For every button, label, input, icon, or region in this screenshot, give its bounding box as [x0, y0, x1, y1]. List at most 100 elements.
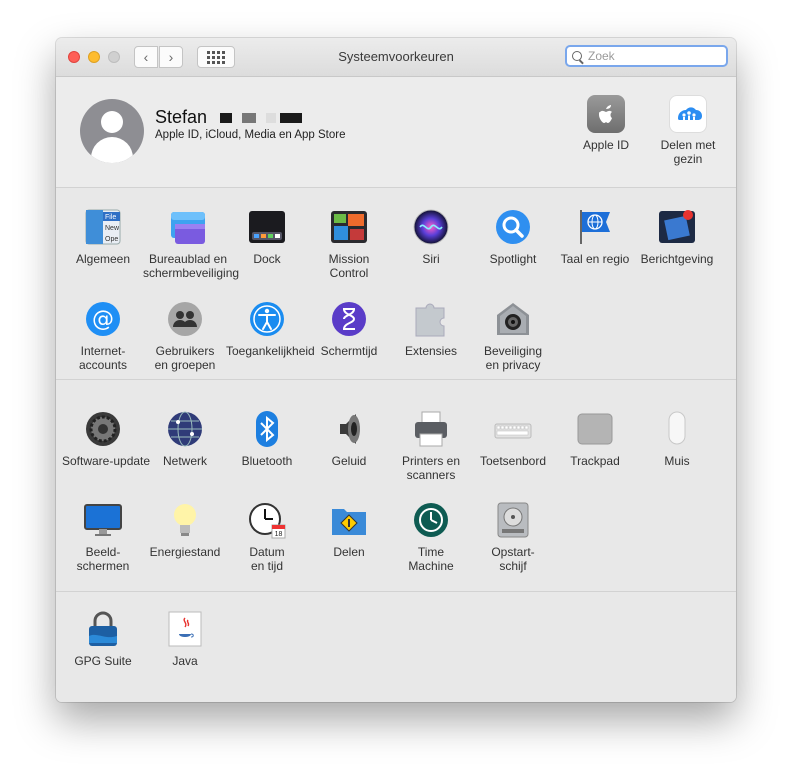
pane-apple-id[interactable]: Apple ID: [566, 95, 646, 152]
time-machine-icon: [412, 501, 450, 539]
general-tag-text: File: [105, 214, 116, 221]
pane-family-sharing[interactable]: Delen met gezin: [648, 95, 728, 166]
pane-mouse[interactable]: Muis: [636, 410, 718, 468]
pane-label: Printers en scanners: [401, 454, 461, 482]
gpg-suite-icon: [84, 610, 122, 648]
pane-label: Delen: [333, 545, 365, 559]
pane-network[interactable]: Netwerk: [144, 410, 226, 468]
pane-label: Internet-accounts: [78, 344, 128, 372]
pane-label: GPG Suite: [74, 654, 132, 668]
pane-displays[interactable]: Beeld-schermen: [62, 501, 144, 573]
desktop-screensaver-icon: [169, 208, 207, 246]
pane-accessibility[interactable]: Toegankelijkheid: [226, 300, 315, 358]
pane-general[interactable]: File New Ope Algemeen: [62, 208, 144, 266]
displays-icon: [84, 501, 122, 539]
other-section: GPG Suite Java: [56, 592, 736, 702]
svg-text:Ope: Ope: [105, 236, 118, 243]
hardware-section: Software-update Netwerk Bluetooth Geluid…: [56, 380, 736, 592]
mission-control-icon: [330, 208, 368, 246]
pane-users-groups[interactable]: Gebruikers en groepen: [144, 300, 226, 372]
search-field[interactable]: [565, 45, 728, 67]
pane-spotlight[interactable]: Spotlight: [472, 208, 554, 266]
svg-text:@: @: [92, 307, 114, 332]
language-region-icon: [576, 208, 614, 246]
pane-security-privacy[interactable]: Beveiliging en privacy: [472, 300, 554, 372]
pane-label: Java: [172, 654, 198, 668]
pane-time-machine[interactable]: Time Machine: [390, 501, 472, 573]
pane-desktop-screensaver[interactable]: Bureaublad en schermbeveiliging: [143, 208, 240, 280]
notifications-icon: [658, 208, 696, 246]
family-sharing-icon: [669, 95, 707, 133]
pane-label: Berichtgeving: [640, 252, 714, 266]
svg-text:18: 18: [275, 531, 283, 538]
pane-label: Siri: [422, 252, 440, 266]
apple-id-banner: Stefan Apple ID, iCloud, Media en App St…: [56, 77, 736, 188]
pane-siri[interactable]: Siri: [390, 208, 472, 266]
search-input[interactable]: [586, 48, 710, 64]
printers-icon: [412, 410, 450, 448]
pane-label: Trackpad: [570, 454, 620, 468]
siri-icon: [412, 208, 450, 246]
system-preferences-window: ‹ › Systeemvoorkeuren Stefan Apple ID, i…: [56, 38, 736, 702]
pane-label: Schermtijd: [320, 344, 378, 358]
redacted-name-block: [266, 113, 276, 123]
pane-label: Delen met gezin: [660, 138, 716, 166]
accessibility-icon: [248, 300, 286, 338]
security-privacy-icon: [494, 300, 532, 338]
pane-notifications[interactable]: Berichtgeving: [636, 208, 718, 266]
energy-saver-icon: [166, 501, 204, 539]
pane-sharing[interactable]: Delen: [308, 501, 390, 559]
pane-label: Bluetooth: [241, 454, 293, 468]
pane-java[interactable]: Java: [144, 610, 226, 668]
pane-screen-time[interactable]: Schermtijd: [308, 300, 390, 358]
pane-trackpad[interactable]: Trackpad: [554, 410, 636, 468]
pane-label: Extensies: [404, 344, 458, 358]
pane-keyboard[interactable]: Toetsenbord: [472, 410, 554, 468]
pane-date-time[interactable]: 18 Datum en tijd: [226, 501, 308, 573]
pane-label: Gebruikers en groepen: [154, 344, 216, 372]
pane-dock[interactable]: Dock: [226, 208, 308, 266]
pane-label: Algemeen: [75, 252, 131, 266]
pane-gpg-suite[interactable]: GPG Suite: [62, 610, 144, 668]
pane-extensions[interactable]: Extensies: [390, 300, 472, 358]
pane-label: Toetsenbord: [479, 454, 547, 468]
pane-label: Beeld-schermen: [76, 545, 130, 573]
sound-icon: [330, 410, 368, 448]
keyboard-icon: [494, 410, 532, 448]
pane-label: Muis: [664, 454, 690, 468]
dock-icon: [248, 208, 286, 246]
pane-label: Apple ID: [582, 138, 630, 152]
apple-logo-icon: [587, 95, 625, 133]
pane-label: Beveiliging en privacy: [483, 344, 543, 372]
pane-printers-scanners[interactable]: Printers en scanners: [390, 410, 472, 482]
extensions-icon: [412, 300, 450, 338]
pane-energy-saver[interactable]: Energiestand: [144, 501, 226, 559]
svg-text:New: New: [105, 225, 120, 232]
sharing-icon: [330, 501, 368, 539]
pane-bluetooth[interactable]: Bluetooth: [226, 410, 308, 468]
screen-time-icon: [330, 300, 368, 338]
personal-section: File New Ope Algemeen Bureaublad en scherm…: [56, 188, 736, 542]
pane-label: Taal en regio: [560, 252, 630, 266]
pane-sound[interactable]: Geluid: [308, 410, 390, 468]
title-bar: ‹ › Systeemvoorkeuren: [56, 38, 736, 77]
pane-label: Netwerk: [162, 454, 207, 468]
redacted-name-block: [220, 113, 232, 123]
pane-label: Toegankelijkheid: [226, 344, 315, 358]
java-icon: [166, 610, 204, 648]
pane-label: Datum en tijd: [249, 545, 285, 573]
user-name: Stefan: [155, 107, 208, 127]
pane-label: Time Machine: [408, 545, 454, 573]
date-time-icon: 18: [248, 501, 286, 539]
pane-startup-disk[interactable]: Opstart-schijf: [472, 501, 554, 573]
pane-internet-accounts[interactable]: @ Internet-accounts: [62, 300, 144, 372]
avatar[interactable]: [80, 99, 144, 163]
pane-language-region[interactable]: Taal en regio: [554, 208, 636, 266]
pane-software-update[interactable]: Software-update: [62, 410, 150, 468]
redacted-name-block: [280, 113, 302, 123]
user-subtitle: Apple ID, iCloud, Media en App Store: [155, 129, 346, 141]
pane-mission-control[interactable]: Mission Control: [308, 208, 390, 280]
pane-label: Bureaublad en schermbeveiliging: [143, 252, 240, 280]
redacted-name-block: [242, 113, 256, 123]
trackpad-icon: [576, 410, 614, 448]
